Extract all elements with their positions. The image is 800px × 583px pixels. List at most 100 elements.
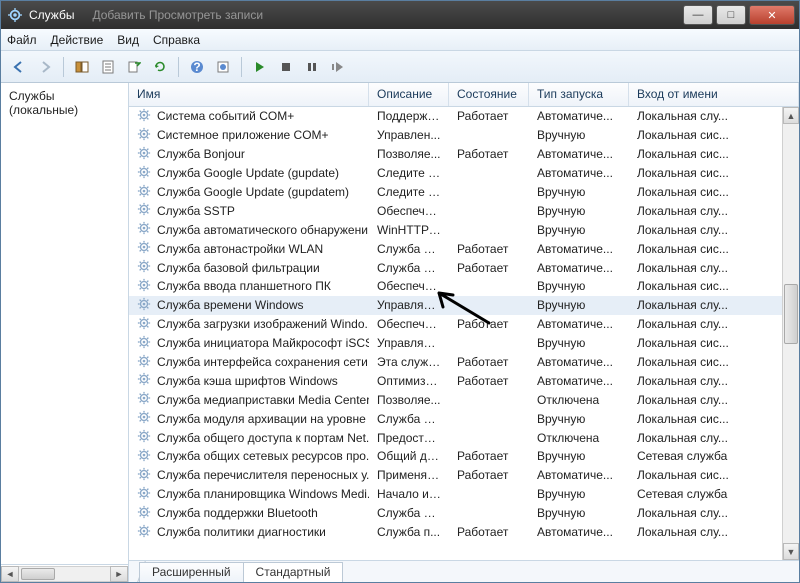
- service-row[interactable]: Служба общего доступа к портам Net...Пре…: [129, 428, 799, 447]
- pause-service-button[interactable]: [300, 55, 324, 79]
- service-startup: Вручную: [529, 449, 629, 463]
- service-row[interactable]: Служба SSTPОбеспечи...ВручнуюЛокальная с…: [129, 201, 799, 220]
- tree-root[interactable]: Службы (локальные): [1, 83, 128, 123]
- menu-view[interactable]: Вид: [117, 33, 139, 47]
- service-row[interactable]: Служба автонастройки WLANСлужба W...Рабо…: [129, 239, 799, 258]
- minimize-button[interactable]: —: [683, 5, 713, 25]
- back-button[interactable]: [7, 55, 31, 79]
- gear-icon: [137, 184, 151, 201]
- service-state: Работает: [449, 242, 529, 256]
- scroll-up-arrow[interactable]: ▲: [783, 107, 799, 124]
- service-row[interactable]: Служба интерфейса сохранения сетиЭта слу…: [129, 353, 799, 372]
- service-state: Работает: [449, 109, 529, 123]
- help-topics-button[interactable]: [211, 55, 235, 79]
- service-row[interactable]: Служба Google Update (gupdatem)Следите з…: [129, 183, 799, 202]
- service-state: Работает: [449, 317, 529, 331]
- start-service-button[interactable]: [248, 55, 272, 79]
- maximize-button[interactable]: □: [716, 5, 746, 25]
- service-desc: Управлен...: [369, 128, 449, 142]
- service-state: Работает: [449, 374, 529, 388]
- service-desc: Позволяе...: [369, 147, 449, 161]
- col-name[interactable]: Имя: [129, 83, 369, 106]
- help-button[interactable]: ?: [185, 55, 209, 79]
- col-startup[interactable]: Тип запуска: [529, 83, 629, 106]
- service-logon: Локальная слу...: [629, 317, 799, 331]
- service-row[interactable]: Служба политики диагностикиСлужба п...Ра…: [129, 523, 799, 542]
- scroll-track[interactable]: [19, 566, 110, 582]
- service-startup: Вручную: [529, 506, 629, 520]
- service-startup: Автоматиче...: [529, 468, 629, 482]
- service-row[interactable]: Система событий COM+Поддержк...РаботаетА…: [129, 107, 799, 126]
- service-name: Служба общих сетевых ресурсов про...: [157, 449, 369, 463]
- col-state[interactable]: Состояние: [449, 83, 529, 106]
- service-row[interactable]: Служба базовой фильтрацииСлужба ба...Раб…: [129, 258, 799, 277]
- service-row[interactable]: Служба планировщика Windows Medi...Начал…: [129, 485, 799, 504]
- service-desc: Управляет...: [369, 336, 449, 350]
- service-row[interactable]: Служба общих сетевых ресурсов про...Общи…: [129, 447, 799, 466]
- service-name: Служба Google Update (gupdatem): [157, 185, 349, 199]
- service-startup: Отключена: [529, 431, 629, 445]
- titlebar[interactable]: СлужбыДобавить Просмотреть записи — □ ✕: [1, 1, 799, 29]
- scroll-left-arrow[interactable]: ◄: [1, 566, 19, 582]
- tab-standard[interactable]: Стандартный: [243, 562, 344, 582]
- col-desc[interactable]: Описание: [369, 83, 449, 106]
- gear-icon: [137, 448, 151, 465]
- gear-icon: [137, 467, 151, 484]
- gear-icon: [137, 278, 151, 295]
- gear-icon: [137, 524, 151, 541]
- service-row[interactable]: Служба автоматического обнаружени...WinH…: [129, 220, 799, 239]
- forward-button[interactable]: [33, 55, 57, 79]
- service-row[interactable]: Служба BonjourПозволяе...РаботаетАвтомат…: [129, 145, 799, 164]
- service-row[interactable]: Служба загрузки изображений Windo...Обес…: [129, 315, 799, 334]
- service-logon: Локальная слу...: [629, 298, 799, 312]
- service-row[interactable]: Служба перечислителя переносных у...Прим…: [129, 466, 799, 485]
- restart-service-button[interactable]: [326, 55, 350, 79]
- service-row[interactable]: Системное приложение COM+Управлен...Вруч…: [129, 126, 799, 145]
- service-desc: Служба W...: [369, 412, 449, 426]
- close-button[interactable]: ✕: [749, 5, 795, 25]
- service-row[interactable]: Служба Google Update (gupdate)Следите за…: [129, 164, 799, 183]
- show-hide-tree-button[interactable]: [70, 55, 94, 79]
- left-hscrollbar[interactable]: ◄ ►: [1, 564, 128, 582]
- vertical-scrollbar[interactable]: ▲ ▼: [782, 107, 799, 560]
- service-row[interactable]: Служба поддержки BluetoothСлужба Bl...Вр…: [129, 504, 799, 523]
- export-button[interactable]: [122, 55, 146, 79]
- service-state: Работает: [449, 525, 529, 539]
- service-state: Работает: [449, 468, 529, 482]
- service-logon: Локальная слу...: [629, 393, 799, 407]
- service-row[interactable]: Служба ввода планшетного ПКОбеспечи...Вр…: [129, 277, 799, 296]
- service-logon: Локальная сис...: [629, 279, 799, 293]
- vscroll-thumb[interactable]: [784, 284, 798, 344]
- service-name: Служба медиаприставки Media Center: [157, 393, 369, 407]
- properties-button[interactable]: [96, 55, 120, 79]
- tab-extended[interactable]: Расширенный: [139, 562, 244, 582]
- menu-file[interactable]: Файл: [7, 33, 37, 47]
- service-name: Служба планировщика Windows Medi...: [157, 487, 369, 501]
- service-desc: Следите за...: [369, 166, 449, 180]
- column-headers[interactable]: Имя Описание Состояние Тип запуска Вход …: [129, 83, 799, 107]
- service-desc: Эта служб...: [369, 355, 449, 369]
- service-desc: Позволяе...: [369, 393, 449, 407]
- service-row[interactable]: Служба инициатора Майкрософт iSCSIУправл…: [129, 334, 799, 353]
- service-row[interactable]: Служба модуля архивации на уровне ...Слу…: [129, 409, 799, 428]
- refresh-button[interactable]: [148, 55, 172, 79]
- service-startup: Автоматиче...: [529, 261, 629, 275]
- service-desc: WinHTTP ...: [369, 223, 449, 237]
- scroll-right-arrow[interactable]: ►: [110, 566, 128, 582]
- service-desc: Применяе...: [369, 468, 449, 482]
- menu-help[interactable]: Справка: [153, 33, 200, 47]
- scroll-down-arrow[interactable]: ▼: [783, 543, 799, 560]
- service-row[interactable]: Служба времени WindowsУправляет...Вручну…: [129, 296, 799, 315]
- app-icon: [7, 7, 23, 23]
- scroll-thumb[interactable]: [21, 568, 55, 580]
- service-startup: Вручную: [529, 128, 629, 142]
- col-logon[interactable]: Вход от имени: [629, 83, 799, 106]
- gear-icon: [137, 372, 151, 389]
- service-row[interactable]: Служба кэша шрифтов WindowsОптимизи...Ра…: [129, 371, 799, 390]
- vscroll-track[interactable]: [783, 124, 799, 543]
- service-row[interactable]: Служба медиаприставки Media CenterПозвол…: [129, 390, 799, 409]
- gear-icon: [137, 108, 151, 125]
- stop-service-button[interactable]: [274, 55, 298, 79]
- menu-action[interactable]: Действие: [51, 33, 104, 47]
- gear-icon: [137, 410, 151, 427]
